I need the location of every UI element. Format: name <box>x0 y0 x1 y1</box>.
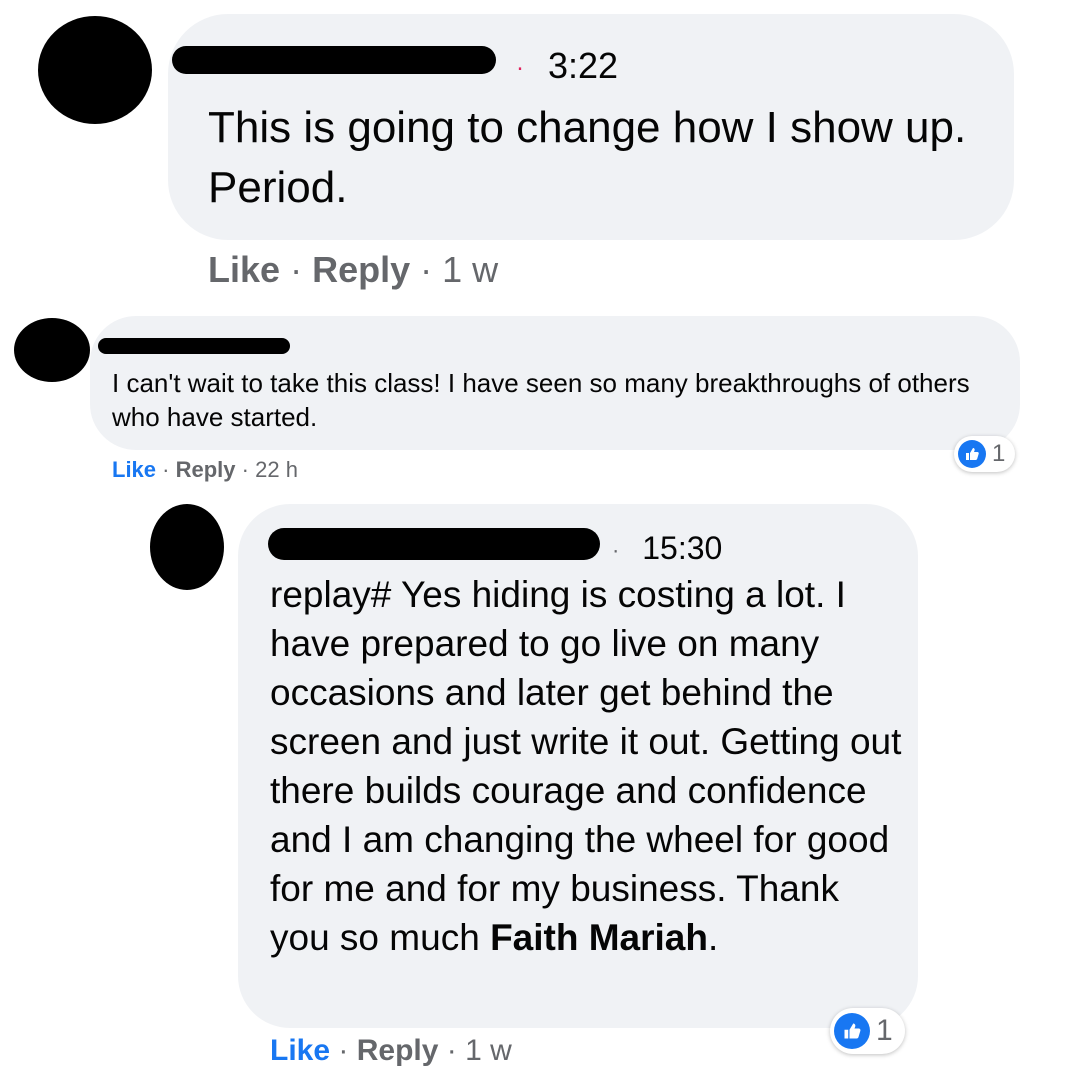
reaction-count: 1 <box>992 440 1006 467</box>
avatar[interactable] <box>38 16 152 124</box>
comment-actions: Like · Reply · 1 w <box>270 1034 512 1067</box>
avatar[interactable] <box>14 318 90 382</box>
separator-dot: · <box>612 537 620 563</box>
reply-link[interactable]: Reply <box>357 1034 439 1067</box>
comment-text: This is going to change how I show up. P… <box>208 103 967 212</box>
comment-text: I can't wait to take this class! I have … <box>112 368 970 432</box>
reaction-count: 1 <box>876 1014 893 1047</box>
like-link[interactable]: Like <box>208 249 280 290</box>
avatar[interactable] <box>150 504 224 590</box>
comment-timestamp: · 15:30 <box>612 530 722 569</box>
reply-link[interactable]: Reply <box>176 457 236 482</box>
time-label: 15:30 <box>642 530 723 566</box>
reaction-badge[interactable]: 1 <box>954 436 1016 472</box>
comment-timestamp: · 3:22 <box>516 46 618 88</box>
redacted-author-name <box>172 46 496 74</box>
mention-faith-mariah[interactable]: Faith Mariah <box>490 917 708 958</box>
comment-age[interactable]: 22 h <box>255 457 298 482</box>
comment-age[interactable]: 1 w <box>442 249 498 290</box>
reply-link[interactable]: Reply <box>312 249 410 290</box>
time-label: 3:22 <box>548 45 619 86</box>
like-icon <box>834 1013 870 1049</box>
comment-age[interactable]: 1 w <box>465 1034 512 1067</box>
comment-actions: Like · Reply · 1 w <box>208 249 499 290</box>
like-link[interactable]: Like <box>112 457 156 482</box>
comment-actions: Like · Reply · 22 h <box>112 457 298 482</box>
reaction-badge[interactable]: 1 <box>830 1008 905 1054</box>
like-icon <box>958 440 986 468</box>
redacted-author-name <box>268 528 600 560</box>
redacted-author-name <box>98 338 290 354</box>
like-link[interactable]: Like <box>270 1034 330 1067</box>
comment-text: replay# Yes hiding is costing a lot. I h… <box>270 570 904 962</box>
separator-dot: · <box>516 54 524 82</box>
comment-body: replay# Yes hiding is costing a lot. I h… <box>270 574 902 958</box>
trailing-period: . <box>707 917 719 958</box>
